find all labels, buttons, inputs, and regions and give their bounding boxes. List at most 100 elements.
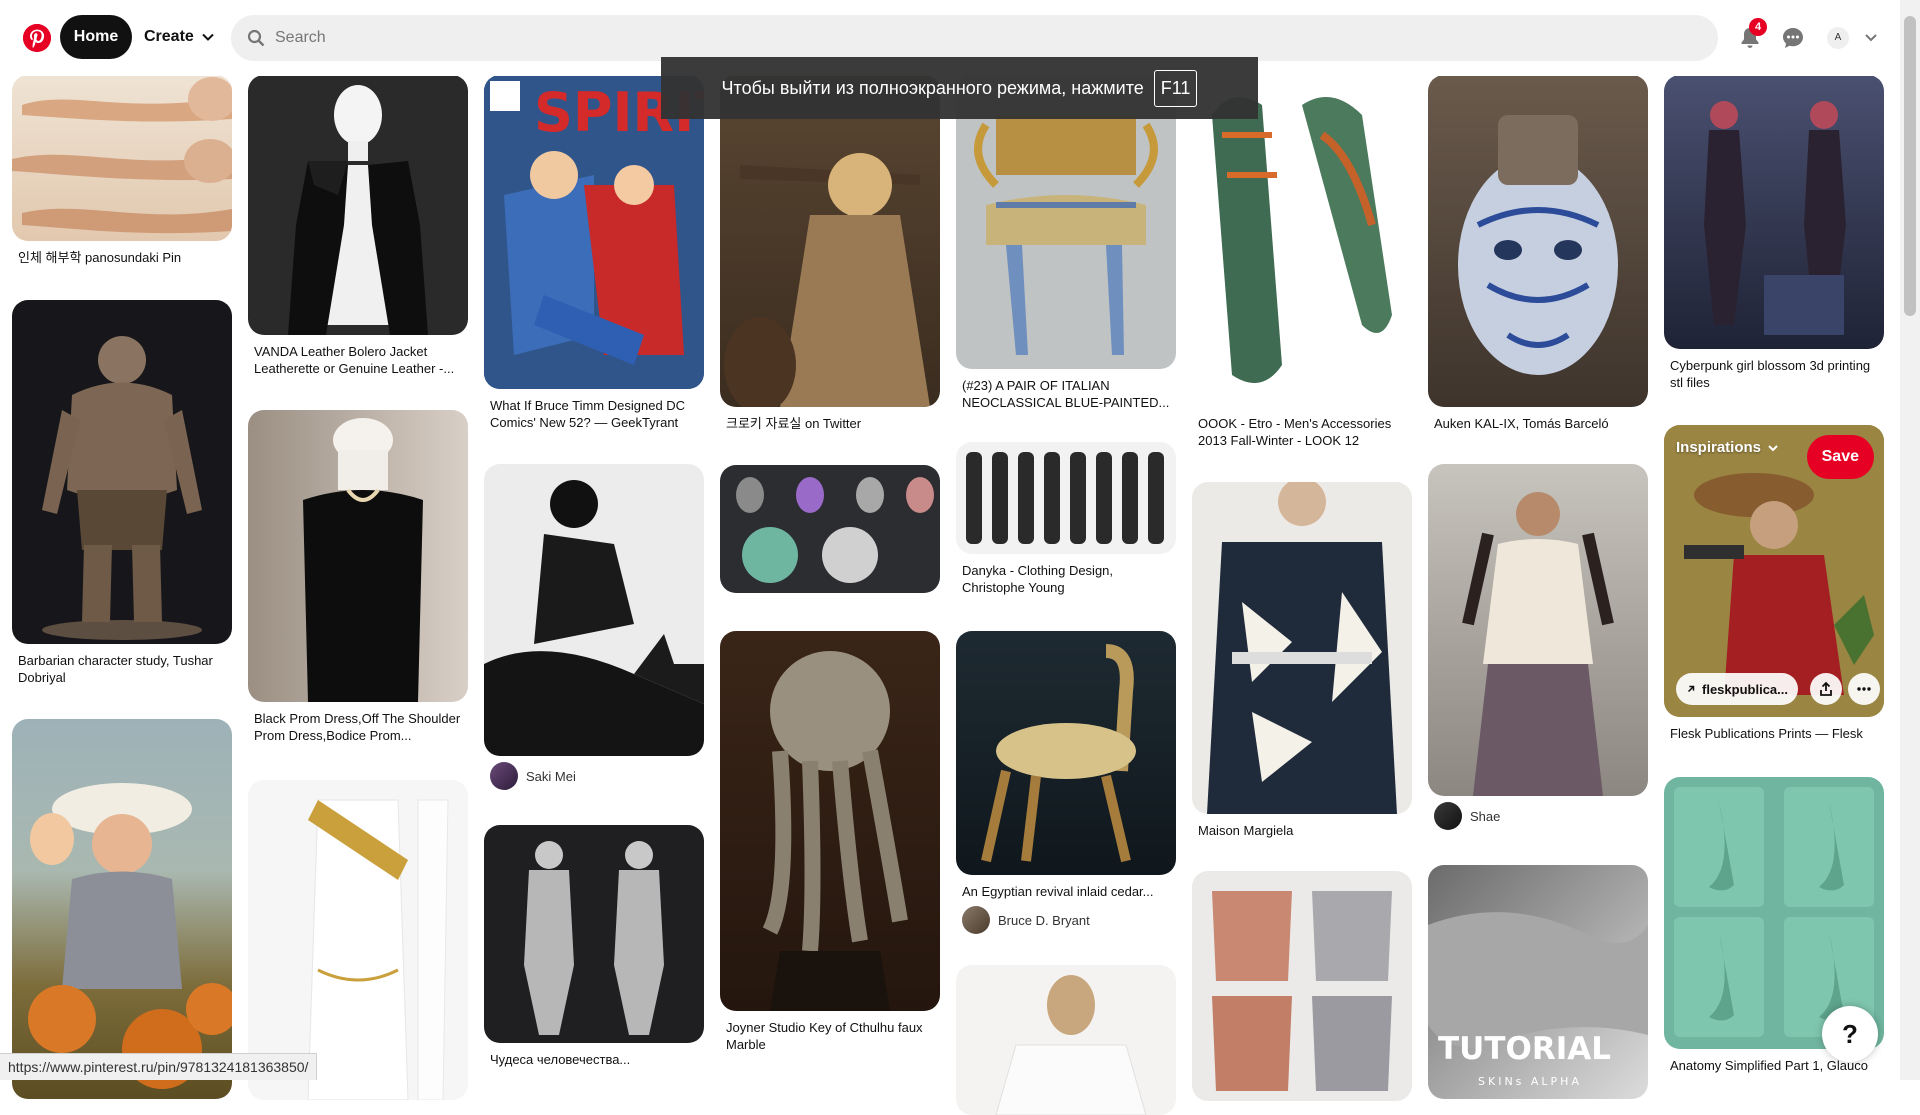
- pin-card[interactable]: OOOK - Etro - Men's Accessories 2013 Fal…: [1192, 75, 1412, 449]
- pin-card[interactable]: Shae: [1428, 464, 1648, 830]
- fullscreen-notice-text: Чтобы выйти из полноэкранного режима, на…: [721, 77, 1144, 98]
- pin-attribution[interactable]: Shae: [1428, 802, 1648, 830]
- chevron-down-icon: [1768, 444, 1778, 451]
- pin-image-torso-anatomy[interactable]: [1192, 871, 1412, 1101]
- pin-caption: OOOK - Etro - Men's Accessories 2013 Fal…: [1198, 416, 1392, 448]
- share-button[interactable]: [1810, 673, 1842, 705]
- pin-card[interactable]: Maison Margiela: [1192, 482, 1412, 839]
- pin-card[interactable]: SPIRIT What If Bruce Timm Designed DC Co…: [484, 75, 704, 431]
- account-avatar[interactable]: A: [1827, 27, 1849, 49]
- pin-attribution[interactable]: Saki Mei: [484, 762, 704, 790]
- pin-card[interactable]: (#23) A PAIR OF ITALIAN NEOCLASSICAL BLU…: [956, 75, 1176, 411]
- pin-image-porcelain-mask[interactable]: [1428, 75, 1648, 407]
- pin-image-cthulhu-bust[interactable]: [720, 631, 940, 1011]
- pin-source-link[interactable]: fleskpublica...: [1676, 673, 1798, 705]
- pin-image-black-prom-dress[interactable]: [248, 410, 468, 702]
- pin-card[interactable]: [956, 965, 1176, 1115]
- pin-image-cyberpunk-girl[interactable]: [1664, 75, 1884, 349]
- pin-card[interactable]: Cyberpunk girl blossom 3d printing stl f…: [1664, 75, 1884, 391]
- pin-card[interactable]: [1192, 871, 1412, 1101]
- pin-card[interactable]: Чудеса человечества...: [484, 825, 704, 1068]
- pin-image-clothing-lineup[interactable]: [956, 442, 1176, 554]
- link-status-bar: https://www.pinterest.ru/pin/97813241813…: [0, 1053, 318, 1080]
- create-menu-button[interactable]: Create: [144, 15, 214, 59]
- create-label: Create: [144, 28, 194, 45]
- creator-name: Saki Mei: [526, 768, 576, 784]
- home-button[interactable]: Home: [60, 15, 132, 59]
- pin-caption: (#23) A PAIR OF ITALIAN NEOCLASSICAL BLU…: [962, 378, 1170, 410]
- search-icon: [247, 29, 265, 47]
- pin-caption: Joyner Studio Key of Cthulhu faux Marble: [726, 1020, 923, 1052]
- pin-image-egyptian-chair[interactable]: [956, 631, 1176, 875]
- pin-caption: 크로키 자료실 on Twitter: [726, 416, 862, 431]
- scrollbar-thumb[interactable]: [1904, 16, 1916, 316]
- pin-image-spirit-comic[interactable]: SPIRIT: [484, 75, 704, 389]
- messages-icon[interactable]: [1781, 26, 1805, 50]
- pin-caption: Maison Margiela: [1198, 823, 1294, 838]
- pin-image-hair-sculpting[interactable]: [720, 465, 940, 593]
- pin-card[interactable]: VANDA Leather Bolero Jacket Leatherette …: [248, 75, 468, 377]
- creator-name: Shae: [1470, 808, 1501, 824]
- pin-image-pinup-pumpkin[interactable]: [12, 719, 232, 1099]
- pin-card[interactable]: Joyner Studio Key of Cthulhu faux Marble: [720, 631, 940, 1053]
- fullscreen-exit-notice: Чтобы выйти из полноэкранного режима, на…: [661, 57, 1258, 119]
- pin-image-white-blazer[interactable]: [956, 965, 1176, 1115]
- pin-caption: VANDA Leather Bolero Jacket Leatherette …: [254, 344, 455, 376]
- pin-caption: 인체 해부학 panosundaki Pin: [18, 250, 182, 265]
- notification-count-badge: 4: [1749, 18, 1767, 36]
- save-pin-button[interactable]: Save: [1806, 435, 1874, 479]
- pin-caption: An Egyptian revival inlaid cedar...: [962, 884, 1154, 899]
- pin-image-tutorial-skin-alpha[interactable]: TUTORIAL SKINs ALPHA: [1428, 865, 1648, 1099]
- pinterest-logo-icon[interactable]: [23, 24, 51, 52]
- pin-card[interactable]: Saki Mei: [484, 464, 704, 790]
- pin-card[interactable]: An Egyptian revival inlaid cedar... Bruc…: [956, 631, 1176, 934]
- creator-name: Bruce D. Bryant: [998, 912, 1090, 928]
- account-menu-chevron-icon[interactable]: [1864, 32, 1878, 44]
- pin-caption: Чудеса человечества...: [490, 1052, 631, 1067]
- pin-image-woman-doberman[interactable]: [484, 464, 704, 756]
- pin-card[interactable]: [248, 780, 468, 1100]
- pin-card[interactable]: Black Prom Dress,Off The Shoulder Prom D…: [248, 410, 468, 744]
- help-button[interactable]: ?: [1822, 1006, 1878, 1062]
- board-name: Inspirations: [1676, 439, 1762, 456]
- pin-image-white-drape-mannequin[interactable]: [248, 780, 468, 1100]
- pin-card[interactable]: Inspirations Save fleskpublica... Flesk …: [1664, 425, 1884, 742]
- more-options-button[interactable]: [1848, 673, 1880, 705]
- pin-image-barbarian-sculpture[interactable]: [12, 300, 232, 644]
- pin-card[interactable]: 인체 해부학 panosundaki Pin: [12, 75, 232, 266]
- pin-card[interactable]: [12, 719, 232, 1099]
- pin-caption: Barbarian character study, Tushar Dobriy…: [18, 653, 213, 685]
- share-icon: [1820, 681, 1832, 696]
- pin-caption: Black Prom Dress,Off The Shoulder Prom D…: [254, 711, 461, 743]
- pin-card[interactable]: Danyka - Clothing Design, Christophe You…: [956, 442, 1176, 596]
- pin-image-margiela-coat[interactable]: [1192, 482, 1412, 814]
- source-domain: fleskpublica...: [1702, 681, 1788, 697]
- pin-image-leather-bolero[interactable]: [248, 75, 468, 335]
- pin-card[interactable]: [720, 465, 940, 593]
- pin-caption: Flesk Publications Prints — Flesk: [1670, 726, 1863, 741]
- pin-caption: Cyberpunk girl blossom 3d printing stl f…: [1670, 358, 1871, 390]
- pin-image-neoclassical-chair[interactable]: [956, 75, 1176, 369]
- pin-image-woman-rifle[interactable]: [720, 75, 940, 407]
- pin-caption: Auken KAL-IX, Tomás Barceló: [1434, 416, 1609, 431]
- chevron-down-icon: [202, 33, 214, 41]
- pin-card[interactable]: 크로키 자료실 on Twitter: [720, 75, 940, 432]
- pin-attribution[interactable]: Bruce D. Bryant: [956, 906, 1176, 934]
- pin-image-boho-fashion[interactable]: [1428, 464, 1648, 796]
- pin-card[interactable]: TUTORIAL SKINs ALPHA: [1428, 865, 1648, 1099]
- pin-image-anatomy-arms[interactable]: [12, 75, 232, 241]
- pin-card[interactable]: Auken KAL-IX, Tomás Barceló: [1428, 75, 1648, 432]
- board-select-dropdown[interactable]: Inspirations: [1676, 439, 1779, 456]
- pin-card[interactable]: Barbarian character study, Tushar Dobriy…: [12, 300, 232, 686]
- creator-avatar: [1434, 802, 1462, 830]
- pin-image-elf-sculpt[interactable]: [484, 825, 704, 1043]
- pin-image-etro-shoes[interactable]: [1192, 75, 1412, 407]
- tutorial-subtitle-text: SKINs ALPHA: [1478, 1075, 1582, 1088]
- search-input[interactable]: [275, 29, 1675, 47]
- pin-caption: What If Bruce Timm Designed DC Comics' N…: [490, 398, 686, 430]
- pin-image-flesk-cowgirl[interactable]: Inspirations Save fleskpublica...: [1664, 425, 1884, 717]
- search-bar[interactable]: [231, 15, 1718, 61]
- ellipsis-icon: [1857, 687, 1871, 691]
- page-scrollbar[interactable]: [1900, 0, 1920, 1080]
- fullscreen-key-hint: F11: [1153, 69, 1198, 107]
